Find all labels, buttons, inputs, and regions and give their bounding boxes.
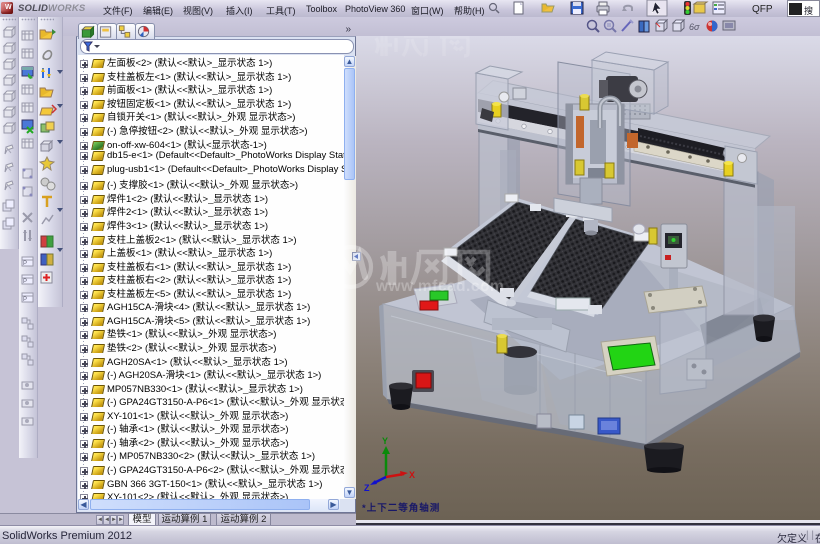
- svg-text:X: X: [409, 470, 415, 480]
- svg-text:P: P: [23, 261, 27, 267]
- svg-text:Y: Y: [382, 436, 388, 446]
- svg-text:P: P: [23, 279, 27, 285]
- svg-text:6σ: 6σ: [689, 22, 700, 32]
- svg-text:Z: Z: [364, 483, 370, 491]
- svg-text:P: P: [23, 297, 27, 303]
